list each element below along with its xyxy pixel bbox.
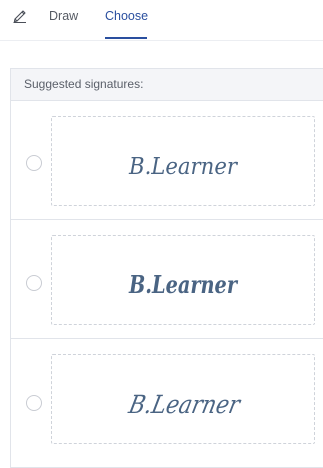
signature-option-row[interactable]: B.Learner <box>11 339 323 458</box>
signature-svg-1: B.Learner <box>128 154 239 180</box>
signature-option-row[interactable]: B.Learner <box>11 220 323 339</box>
suggested-signatures-panel: Suggested signatures: B.Learner B.Learne… <box>10 68 323 468</box>
signature-text-2: B.Learner <box>128 270 239 299</box>
tab-draw[interactable]: Draw <box>49 8 78 24</box>
tab-choose[interactable]: Choose <box>105 8 148 24</box>
signature-radio-1[interactable] <box>26 155 42 171</box>
signature-svg-2: B.Learner <box>128 270 239 299</box>
signature-preview-3[interactable]: B.Learner <box>51 354 315 444</box>
tab-bar: Draw Choose <box>0 0 323 41</box>
panel-header: Suggested signatures: <box>11 69 323 101</box>
pen-icon <box>13 10 26 23</box>
signature-radio-3[interactable] <box>26 395 42 411</box>
signature-option-row[interactable]: B.Learner <box>11 101 323 220</box>
signature-radio-2[interactable] <box>26 275 42 291</box>
signature-preview-1[interactable]: B.Learner <box>51 116 315 206</box>
signature-svg-3: B.Learner <box>126 390 245 419</box>
signature-text-1: B.Learner <box>128 154 239 180</box>
signature-preview-2[interactable]: B.Learner <box>51 235 315 325</box>
signature-text-3: B.Learner <box>126 390 245 419</box>
active-tab-indicator <box>105 37 147 39</box>
